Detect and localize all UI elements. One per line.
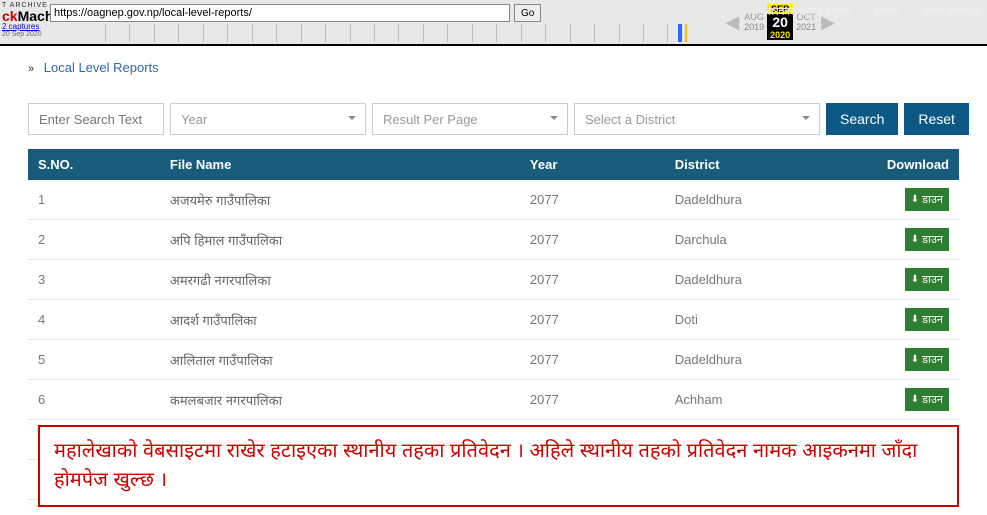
cal-prev[interactable]: AUG 2019	[741, 12, 767, 32]
cell-year: 2077	[520, 260, 665, 300]
download-button[interactable]: ⬇ डाउन	[905, 348, 949, 371]
wayback-timeline[interactable]	[105, 24, 692, 42]
download-button[interactable]: ⬇ डाउन	[905, 308, 949, 331]
filter-bar: Year Result Per Page Select a District S…	[0, 83, 987, 149]
wayback-logo: T ARCHIVE ckMachine 2 captures 20 Sep 20…	[0, 0, 50, 44]
prev-snapshot-arrow-icon[interactable]: ◀	[723, 12, 741, 33]
wayback-go-button[interactable]: Go	[514, 4, 541, 22]
nav-link[interactable]: पुरानो वेबसाइट	[922, 4, 981, 19]
cell-district: Dadeldhura	[665, 180, 877, 220]
col-district: District	[665, 149, 877, 180]
cell-year: 2077	[520, 300, 665, 340]
breadcrumb-link[interactable]: Local Level Reports	[44, 60, 159, 75]
cell-file: अमरगढी नगरपालिका	[160, 260, 520, 300]
download-icon: ⬇	[911, 274, 919, 285]
timeline-marker-cur-icon	[685, 24, 687, 42]
cell-year: 2077	[520, 380, 665, 420]
table-row: 2अपि हिमाल गाउँपालिका2077Darchula ⬇ डाउन	[28, 220, 959, 260]
reset-button[interactable]: Reset	[904, 103, 969, 135]
breadcrumb-chevron-icon: »	[28, 63, 34, 75]
download-icon: ⬇	[911, 354, 919, 365]
result-per-page-select[interactable]: Result Per Page	[372, 103, 568, 135]
col-download: Download	[877, 149, 959, 180]
cell-file: आदर्श गाउँपालिका	[160, 300, 520, 340]
cell-file: अजयमेरु गाउँपालिका	[160, 180, 520, 220]
table-row: 1अजयमेरु गाउँपालिका2077Dadeldhura ⬇ डाउन	[28, 180, 959, 220]
col-sno: S.NO.	[28, 149, 160, 180]
cell-sno: 4	[28, 300, 160, 340]
cell-district: Dadeldhura	[665, 260, 877, 300]
timeline-marker-icon	[678, 24, 682, 42]
breadcrumb: » Local Level Reports	[0, 46, 987, 83]
captures-link[interactable]: 2 captures	[2, 23, 48, 31]
cell-file: आलिताल गाउँपालिका	[160, 340, 520, 380]
captures-date: 20 Sep 2020	[2, 31, 48, 38]
annotation-box: महालेखाको वेबसाइटमा राखेर हटाइएका स्थानी…	[38, 425, 959, 507]
download-icon: ⬇	[911, 314, 919, 325]
year-select[interactable]: Year	[170, 103, 366, 135]
cell-year: 2077	[520, 220, 665, 260]
download-button[interactable]: ⬇ डाउन	[905, 188, 949, 211]
table-row: 4आदर्श गाउँपालिका2077Doti ⬇ डाउन	[28, 300, 959, 340]
cell-sno: 1	[28, 180, 160, 220]
annotation-text: महालेखाको वेबसाइटमा राखेर हटाइएका स्थानी…	[54, 437, 943, 495]
search-input[interactable]	[28, 103, 164, 135]
download-button[interactable]: ⬇ डाउन	[905, 228, 949, 251]
cell-year: 2077	[520, 340, 665, 380]
cell-year: 2077	[520, 180, 665, 220]
wayback-url-row: Go	[50, 0, 541, 22]
cell-download: ⬇ डाउन	[877, 300, 959, 340]
cell-district: Darchula	[665, 220, 877, 260]
cell-sno: 3	[28, 260, 160, 300]
cell-file: अपि हिमाल गाउँपालिका	[160, 220, 520, 260]
download-icon: ⬇	[911, 234, 919, 245]
download-icon: ⬇	[911, 194, 919, 205]
table-row: 3अमरगढी नगरपालिका2077Dadeldhura ⬇ डाउन	[28, 260, 959, 300]
cell-sno: 5	[28, 340, 160, 380]
cell-download: ⬇ डाउन	[877, 380, 959, 420]
search-button[interactable]: Search	[826, 103, 898, 135]
cell-file: कमलबजार नगरपालिका	[160, 380, 520, 420]
cell-district: Dadeldhura	[665, 340, 877, 380]
col-file: File Name	[160, 149, 520, 180]
wayback-url-input[interactable]	[50, 4, 510, 22]
nav-link[interactable]: सम्पर्क	[874, 4, 900, 19]
cell-district: Doti	[665, 300, 877, 340]
header-nav-links: सरकार खोज्ने प्रवक्ता सम्पर्क पुरानो वेब…	[767, 4, 981, 19]
cell-download: ⬇ डाउन	[877, 220, 959, 260]
cell-sno: 6	[28, 380, 160, 420]
cell-download: ⬇ डाउन	[877, 340, 959, 380]
download-button[interactable]: ⬇ डाउन	[905, 388, 949, 411]
district-select[interactable]: Select a District	[574, 103, 820, 135]
cell-sno: 2	[28, 220, 160, 260]
cell-download: ⬇ डाउन	[877, 260, 959, 300]
download-icon: ⬇	[911, 394, 919, 405]
cell-download: ⬇ डाउन	[877, 180, 959, 220]
col-year: Year	[520, 149, 665, 180]
table-row: 5आलिताल गाउँपालिका2077Dadeldhura ⬇ डाउन	[28, 340, 959, 380]
cell-district: Achham	[665, 380, 877, 420]
nav-link[interactable]: सरकार खोज्ने प्रवक्ता	[767, 4, 852, 19]
wayback-toolbar: T ARCHIVE ckMachine 2 captures 20 Sep 20…	[0, 0, 987, 46]
download-button[interactable]: ⬇ डाउन	[905, 268, 949, 291]
wayback-logo-main: ckMachine	[2, 9, 48, 23]
table-row: 6कमलबजार नगरपालिका2077Achham ⬇ डाउन	[28, 380, 959, 420]
